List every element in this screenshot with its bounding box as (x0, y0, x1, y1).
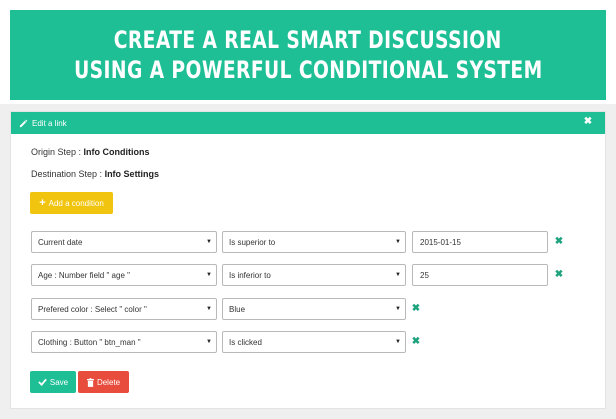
remove-condition-3-icon[interactable]: ✖ (411, 304, 421, 314)
destination-step-value: Info Settings (104, 169, 160, 179)
dialog-title: Edit a link (32, 118, 67, 128)
caret-down-icon: ▼ (395, 339, 401, 345)
condition-3-operator-value: Blue (229, 304, 246, 314)
condition-3-operator-select[interactable]: Blue ▼ (222, 298, 406, 320)
remove-condition-4-icon[interactable]: ✖ (411, 337, 421, 347)
banner-headline-line1: CREATE A REAL SMART DISCUSSION (114, 26, 502, 54)
save-label: Save (49, 377, 69, 387)
condition-1-field-value: Current date (38, 237, 83, 247)
close-icon[interactable]: ✖ (582, 116, 594, 128)
condition-1-value-input[interactable]: 2015-01-15 (412, 231, 548, 253)
origin-step: Origin Step : Info Conditions (31, 147, 150, 157)
origin-step-label: Origin Step : (31, 147, 82, 157)
delete-label: Delete (96, 377, 121, 387)
condition-2-operator-value: Is inferior to (229, 270, 271, 280)
add-condition-label: Add a condition (48, 198, 104, 208)
condition-1-operator-select[interactable]: Is superior to ▼ (222, 231, 406, 253)
condition-2-field-value: Age : Number field " age " (38, 270, 130, 280)
condition-3-field-value: Prefered color : Select " color " (38, 304, 147, 314)
add-condition-button[interactable]: + Add a condition (30, 192, 113, 214)
condition-1-operator-value: Is superior to (229, 237, 276, 247)
caret-down-icon: ▼ (395, 306, 401, 312)
caret-down-icon: ▼ (206, 272, 212, 278)
condition-2-value-text: 25 (420, 270, 429, 280)
destination-step: Destination Step : Info Settings (31, 169, 159, 179)
pencil-icon (19, 119, 28, 128)
destination-step-label: Destination Step : (31, 169, 103, 179)
origin-step-value: Info Conditions (83, 147, 150, 157)
delete-button[interactable]: Delete (78, 371, 129, 393)
condition-4-field-value: Clothing : Button " btn_man " (38, 337, 141, 347)
plus-icon: + (39, 197, 46, 209)
condition-1-field-select[interactable]: Current date ▼ (31, 231, 217, 253)
check-icon (38, 378, 47, 386)
caret-down-icon: ▼ (206, 339, 212, 345)
trash-icon (86, 377, 94, 387)
save-button[interactable]: Save (30, 371, 76, 393)
edit-link-dialog: Edit a link ✖ Origin Step : Info Conditi… (10, 111, 606, 409)
caret-down-icon: ▼ (206, 239, 212, 245)
condition-2-operator-select[interactable]: Is inferior to ▼ (222, 264, 406, 286)
condition-1-value-text: 2015-01-15 (420, 237, 461, 247)
caret-down-icon: ▼ (395, 272, 401, 278)
caret-down-icon: ▼ (395, 239, 401, 245)
promo-banner: CREATE A REAL SMART DISCUSSION USING A P… (10, 10, 606, 100)
condition-4-operator-value: Is clicked (229, 337, 262, 347)
caret-down-icon: ▼ (206, 306, 212, 312)
remove-condition-2-icon[interactable]: ✖ (554, 270, 564, 280)
condition-4-operator-select[interactable]: Is clicked ▼ (222, 331, 406, 353)
condition-3-field-select[interactable]: Prefered color : Select " color " ▼ (31, 298, 217, 320)
condition-4-field-select[interactable]: Clothing : Button " btn_man " ▼ (31, 331, 217, 353)
remove-condition-1-icon[interactable]: ✖ (554, 237, 564, 247)
banner-headline-line2: USING A POWERFUL CONDITIONAL SYSTEM (73, 56, 543, 84)
condition-2-field-select[interactable]: Age : Number field " age " ▼ (31, 264, 217, 286)
condition-2-value-input[interactable]: 25 (412, 264, 548, 286)
dialog-header: Edit a link ✖ (11, 112, 605, 134)
